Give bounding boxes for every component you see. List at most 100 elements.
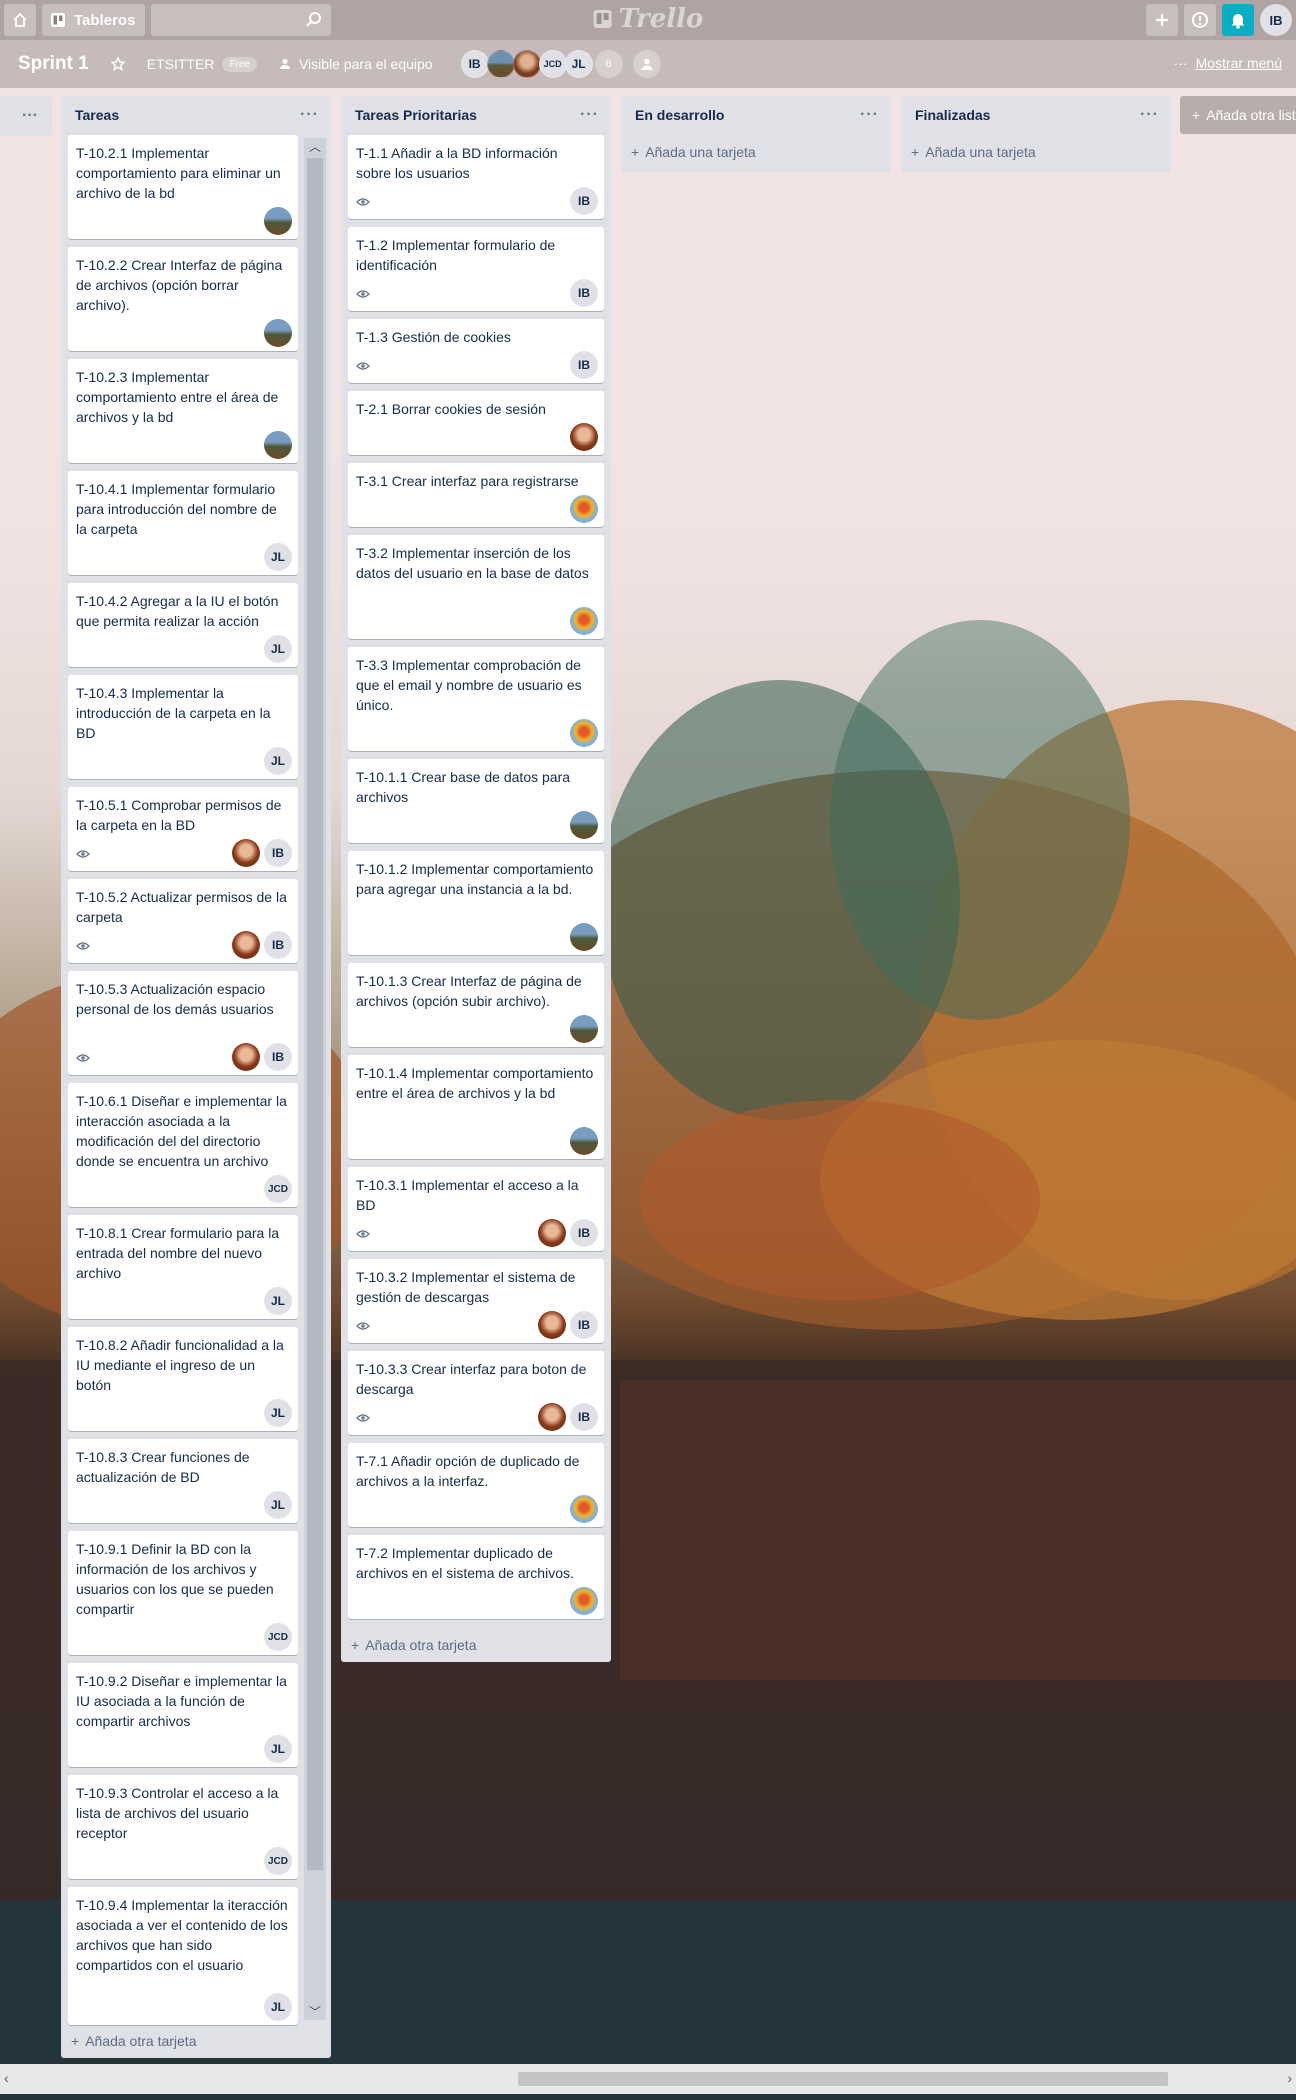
member-avatar-photo[interactable] <box>232 931 260 959</box>
member-avatar-initials[interactable]: JCD <box>264 1623 292 1651</box>
show-menu-button[interactable]: ··· Mostrar menú <box>1174 55 1282 71</box>
card[interactable]: T-3.1 Crear interfaz para registrarse <box>348 463 604 527</box>
member-avatar[interactable]: JL <box>564 50 593 78</box>
card[interactable]: T-10.5.3 Actualización espacio personal … <box>68 971 298 1075</box>
member-avatar-balloon[interactable] <box>570 1587 598 1615</box>
card[interactable]: T-10.9.1 Definir la BD con la informació… <box>68 1531 298 1655</box>
card[interactable]: T-10.9.3 Controlar el acceso a la lista … <box>68 1775 298 1879</box>
user-avatar[interactable]: IB <box>1260 4 1292 36</box>
create-button[interactable] <box>1146 4 1178 36</box>
card[interactable]: T-10.5.2 Actualizar permisos de la carpe… <box>68 879 298 963</box>
member-avatar-initials[interactable]: JL <box>264 1287 292 1315</box>
invite-button[interactable] <box>632 50 661 78</box>
member-avatar-photo[interactable] <box>512 50 541 78</box>
board-title[interactable]: Sprint 1 <box>18 53 89 75</box>
card[interactable]: T-10.4.1 Implementar formulario para int… <box>68 471 298 575</box>
list-title[interactable]: Tareas Prioritarias <box>355 107 477 123</box>
member-avatar-photo[interactable] <box>232 839 260 867</box>
member-avatar-landscape[interactable] <box>570 1015 598 1043</box>
member-avatar-initials[interactable]: IB <box>570 279 598 307</box>
card[interactable]: T-10.8.1 Crear formulario para la entrad… <box>68 1215 298 1319</box>
add-card-button[interactable]: + Añada otra tarjeta <box>351 1637 476 1653</box>
home-button[interactable] <box>4 4 36 36</box>
member-avatar-initials[interactable]: IB <box>264 931 292 959</box>
card[interactable]: T-1.2 Implementar formulario de identifi… <box>348 227 604 311</box>
member-avatar-landscape[interactable] <box>570 1127 598 1155</box>
card[interactable]: T-10.4.3 Implementar la introducción de … <box>68 675 298 779</box>
card[interactable]: T-7.2 Implementar duplicado de archivos … <box>348 1535 604 1619</box>
list-title[interactable]: En desarrollo <box>635 107 724 123</box>
add-card-button[interactable]: + Añada una tarjeta <box>631 144 756 160</box>
member-avatar-initials[interactable]: IB <box>264 839 292 867</box>
list-menu-icon[interactable]: ··· <box>1140 106 1159 124</box>
card[interactable]: T-10.9.4 Implementar la iteracción asoci… <box>68 1887 298 2025</box>
card[interactable]: T-2.1 Borrar cookies de sesión <box>348 391 604 455</box>
member-avatar-initials[interactable]: JL <box>264 1399 292 1427</box>
card[interactable]: T-10.1.4 Implementar comportamiento entr… <box>348 1055 604 1159</box>
list-menu-icon[interactable]: ··· <box>580 106 599 124</box>
add-card-button[interactable]: + Añada otra tarjeta <box>71 2033 196 2049</box>
member-avatar-balloon[interactable] <box>570 719 598 747</box>
member-avatar-photo[interactable] <box>232 1043 260 1071</box>
member-avatar-photo[interactable] <box>570 423 598 451</box>
boards-button[interactable]: Tableros <box>42 4 146 36</box>
member-avatar-initials[interactable]: JL <box>264 543 292 571</box>
scroll-right-arrow[interactable]: › <box>1287 2070 1292 2086</box>
card[interactable]: T-10.3.1 Implementar el acceso a la BD IB <box>348 1167 604 1251</box>
card[interactable]: T-10.8.3 Crear funciones de actualizació… <box>68 1439 298 1523</box>
member-avatar-landscape[interactable] <box>264 319 292 347</box>
member-avatar-landscape[interactable] <box>264 207 292 235</box>
list-stub-left[interactable]: ··· <box>0 96 52 136</box>
card[interactable]: T-10.8.2 Añadir funcionalidad a la IU me… <box>68 1327 298 1431</box>
member-avatar-landscape[interactable] <box>486 50 515 78</box>
list-scrollbar[interactable]: ︿ ﹀ <box>304 138 326 2020</box>
board-horizontal-scrollbar[interactable]: ‹ › <box>0 2064 1296 2094</box>
member-avatar-initials[interactable]: IB <box>264 1043 292 1071</box>
scroll-thumb[interactable] <box>518 2072 1168 2086</box>
card[interactable]: T-10.4.2 Agregar a la IU el botón que pe… <box>68 583 298 667</box>
card[interactable]: T-10.6.1 Diseñar e implementar la intera… <box>68 1083 298 1207</box>
member-avatar-initials[interactable]: IB <box>570 1219 598 1247</box>
scroll-up-arrow[interactable]: ︿ <box>309 138 321 155</box>
star-button[interactable] <box>110 57 125 71</box>
member-avatar-initials[interactable]: JCD <box>264 1847 292 1875</box>
card[interactable]: T-10.2.1 Implementar comportamiento para… <box>68 135 298 239</box>
card[interactable]: T-10.9.2 Diseñar e implementar la IU aso… <box>68 1663 298 1767</box>
member-avatar-landscape[interactable] <box>570 811 598 839</box>
team-button[interactable]: ETSITTER Free <box>147 56 257 72</box>
member-avatar-landscape[interactable] <box>264 431 292 459</box>
visibility-button[interactable]: Visible para el equipo <box>279 56 433 72</box>
card[interactable]: T-10.1.1 Crear base de datos para archiv… <box>348 759 604 843</box>
trello-logo[interactable]: Trello <box>593 4 703 34</box>
card[interactable]: T-10.2.2 Crear Interfaz de página de arc… <box>68 247 298 351</box>
add-list-button[interactable]: + Añada otra lista <box>1180 96 1296 134</box>
member-avatar-landscape[interactable] <box>570 923 598 951</box>
scroll-left-arrow[interactable]: ‹ <box>4 2070 9 2086</box>
member-avatar-initials[interactable]: JL <box>264 1993 292 2021</box>
card[interactable]: T-10.3.2 Implementar el sistema de gesti… <box>348 1259 604 1343</box>
member-avatar-balloon[interactable] <box>570 495 598 523</box>
card[interactable]: T-10.3.3 Crear interfaz para boton de de… <box>348 1351 604 1435</box>
card[interactable]: T-10.5.1 Comprobar permisos de la carpet… <box>68 787 298 871</box>
member-avatar-initials[interactable]: JCD <box>264 1175 292 1203</box>
member-avatar-photo[interactable] <box>538 1311 566 1339</box>
card[interactable]: T-10.2.3 Implementar comportamiento entr… <box>68 359 298 463</box>
notifications-button[interactable] <box>1222 4 1254 36</box>
member-avatar[interactable]: JCD <box>538 50 567 78</box>
member-avatar-initials[interactable]: IB <box>570 1311 598 1339</box>
list-title[interactable]: Finalizadas <box>915 107 990 123</box>
info-button[interactable] <box>1184 4 1216 36</box>
member-avatar[interactable]: IB <box>460 50 489 78</box>
member-avatar-photo[interactable] <box>538 1219 566 1247</box>
member-avatar-initials[interactable]: JL <box>264 1491 292 1519</box>
member-avatar-initials[interactable]: IB <box>570 187 598 215</box>
card[interactable]: T-10.1.3 Crear Interfaz de página de arc… <box>348 963 604 1047</box>
scroll-thumb[interactable] <box>307 158 323 1870</box>
member-avatar-balloon[interactable] <box>570 607 598 635</box>
member-avatar-photo[interactable] <box>538 1403 566 1431</box>
add-card-button[interactable]: + Añada una tarjeta <box>911 144 1036 160</box>
member-count[interactable]: 6 <box>594 50 623 78</box>
member-avatar-initials[interactable]: IB <box>570 1403 598 1431</box>
card[interactable]: T-3.2 Implementar inserción de los datos… <box>348 535 604 639</box>
list-menu-icon[interactable]: ··· <box>300 106 319 124</box>
